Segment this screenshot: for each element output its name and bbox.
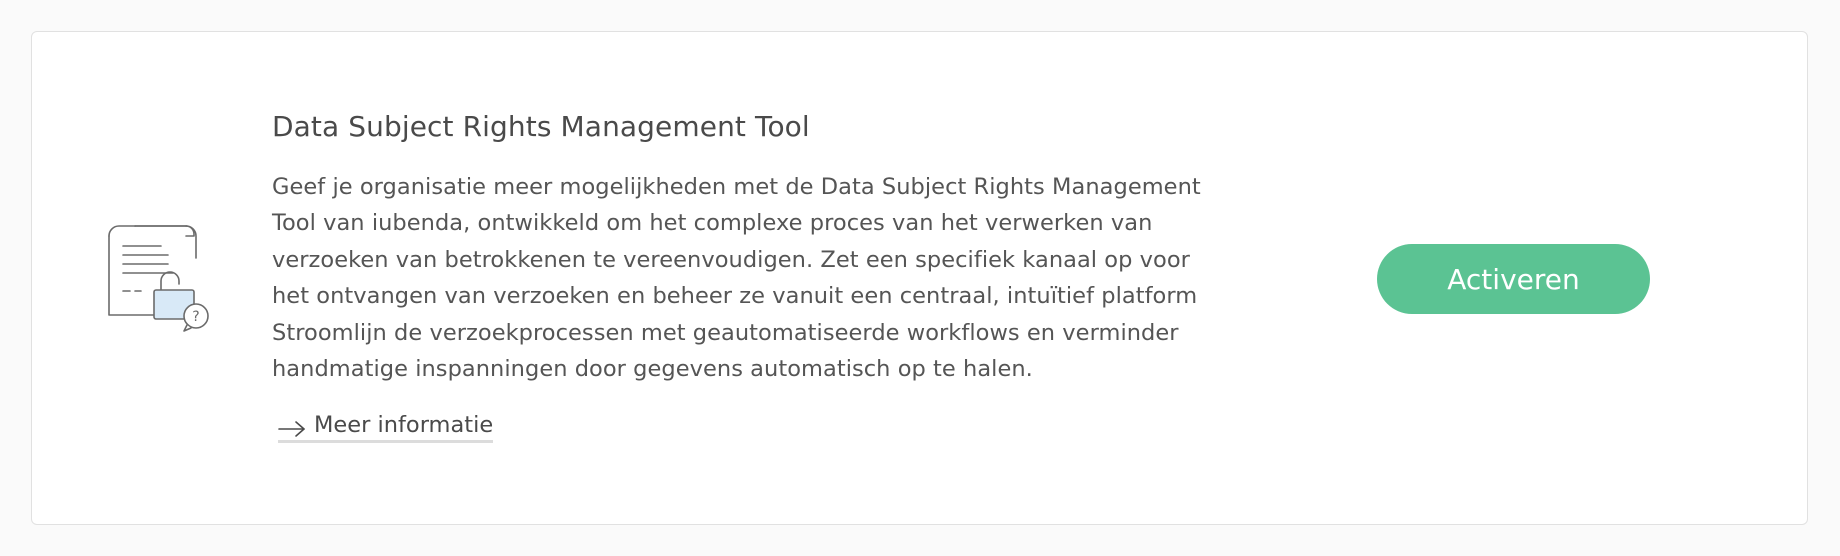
card-title: Data Subject Rights Management Tool xyxy=(272,110,810,143)
card-content: Data Subject Rights Management Tool Geef… xyxy=(272,110,1222,444)
more-info-link[interactable]: Meer informatie xyxy=(278,410,494,444)
svg-text:?: ? xyxy=(192,309,199,325)
activate-button[interactable]: Activeren xyxy=(1377,244,1650,314)
more-info-label: Meer informatie xyxy=(314,412,494,439)
product-card: ? Data Subject Rights Management Tool Ge… xyxy=(31,31,1808,525)
card-description: Geef je organisatie meer mogelijkheden m… xyxy=(272,174,1201,383)
document-lock-question-icon: ? xyxy=(99,224,233,358)
arrow-right-icon xyxy=(278,416,306,438)
